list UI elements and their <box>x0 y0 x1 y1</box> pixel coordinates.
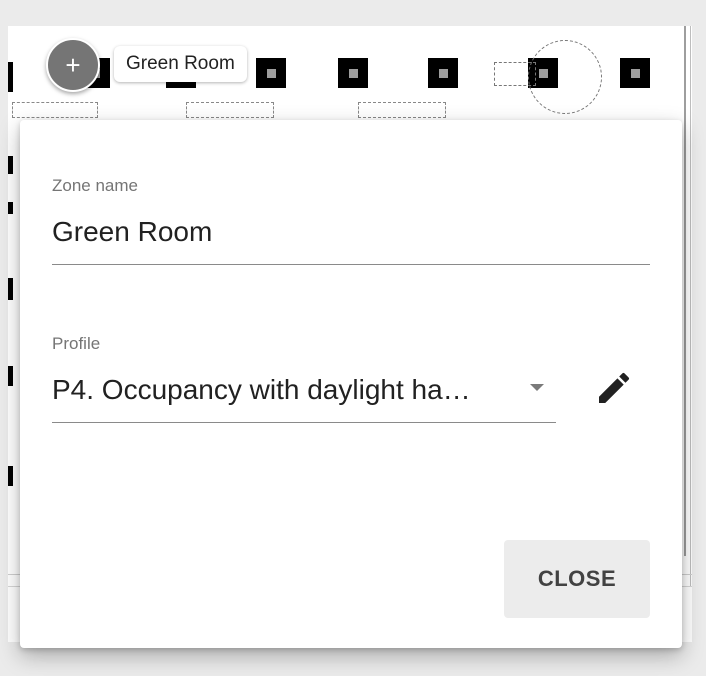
fixture-outline <box>12 102 98 118</box>
zone-name-chip[interactable]: Green Room <box>114 46 247 82</box>
plus-icon: + <box>65 50 81 80</box>
light-fixture[interactable] <box>256 58 286 88</box>
zone-chip-label: Green Room <box>126 53 235 74</box>
zone-name-label: Zone name <box>52 176 138 195</box>
zone-settings-dialog: Zone name Green Room Profile P4. Occupan… <box>20 120 682 648</box>
light-fixture[interactable] <box>428 58 458 88</box>
fixture-edge <box>8 156 13 174</box>
pencil-icon[interactable] <box>594 368 634 408</box>
sensor-coverage-circle <box>528 40 602 114</box>
profile-select[interactable]: P4. Occupancy with daylight ha… <box>52 374 471 406</box>
fixture-edge <box>8 466 13 486</box>
fixture-edge <box>8 202 13 214</box>
light-fixture[interactable] <box>620 58 650 88</box>
profile-label: Profile <box>52 334 101 353</box>
light-fixture[interactable] <box>338 58 368 88</box>
add-zone-button[interactable]: + <box>46 38 100 92</box>
fixture-outline <box>358 102 446 118</box>
zone-name-input[interactable]: Green Room <box>52 216 212 248</box>
fixture-edge <box>8 62 13 92</box>
profile-underline <box>52 422 556 423</box>
wall-line <box>690 26 691 586</box>
fixture-edge <box>8 366 13 386</box>
fixture-outline <box>186 102 274 118</box>
wall-line <box>684 26 686 556</box>
zone-name-underline <box>52 264 650 265</box>
arrow-drop-down-icon[interactable] <box>530 384 544 391</box>
fixture-edge <box>8 278 13 300</box>
close-button[interactable]: CLOSE <box>504 540 650 618</box>
